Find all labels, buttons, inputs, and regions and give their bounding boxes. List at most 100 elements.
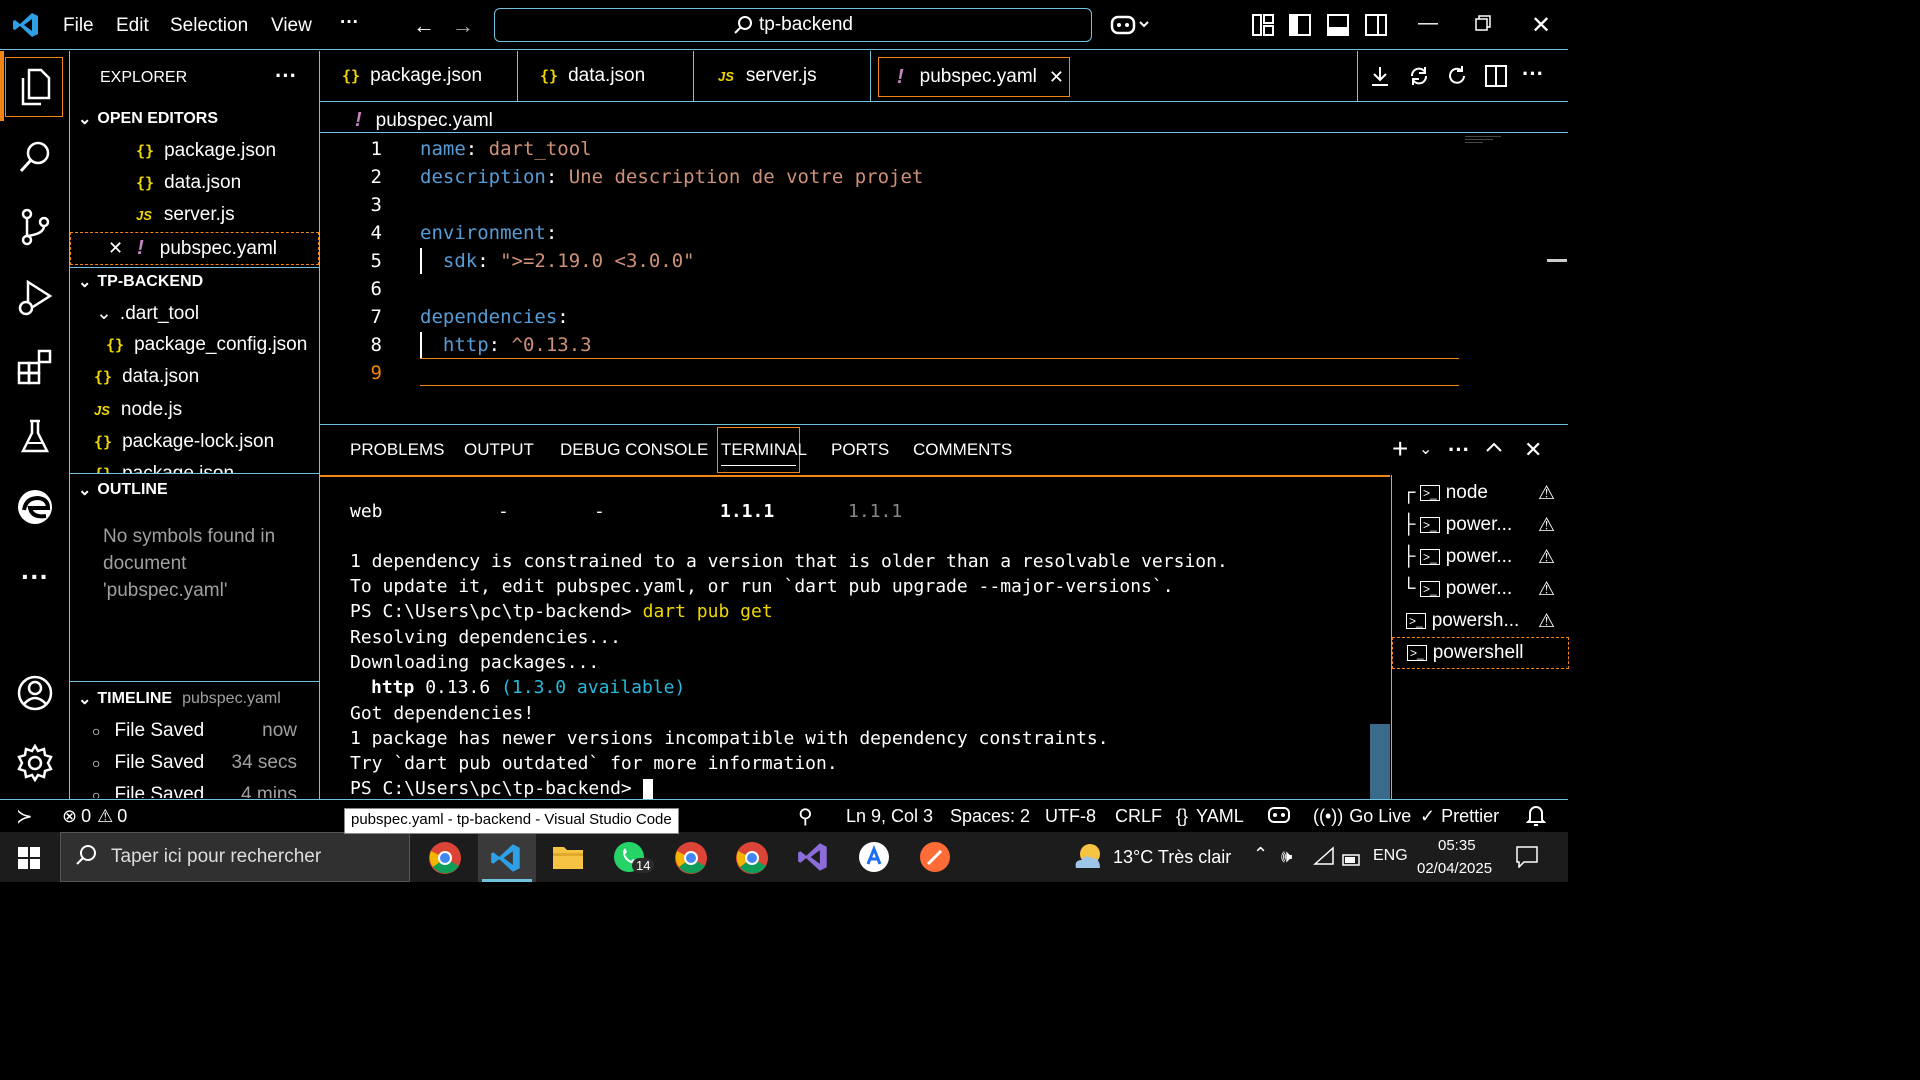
more-views-icon[interactable]: ···	[0, 547, 70, 607]
terminal-list-item[interactable]: ├ >_ power... ⚠	[1392, 541, 1569, 573]
notification-center-icon[interactable]	[1516, 846, 1538, 873]
tab-package-json[interactable]: {} package.json	[320, 51, 518, 101]
taskbar-search[interactable]: Taper ici pour rechercher	[60, 832, 410, 882]
menu-selection[interactable]: Selection	[170, 15, 248, 37]
windows-start-icon[interactable]	[18, 847, 40, 874]
scrollbar-thumb[interactable]	[1547, 259, 1567, 262]
timeline-item[interactable]: ○ File Saved 34 secs	[92, 752, 297, 774]
command-center-search[interactable]: tp-backend	[494, 8, 1092, 42]
toggle-primary-sidebar-icon[interactable]	[1289, 14, 1311, 36]
cursor-position[interactable]: Ln 9, Col 3	[846, 806, 933, 827]
copilot-icon[interactable]	[1110, 12, 1150, 38]
file-item[interactable]: {} data.json	[94, 366, 199, 388]
close-panel-icon[interactable]: ✕	[1524, 437, 1542, 463]
file-item[interactable]: {}package.json	[94, 463, 234, 473]
timeline-item[interactable]: ○ File Saved now	[92, 720, 297, 742]
open-editor-item-active[interactable]: ✕! pubspec.yaml	[108, 237, 277, 260]
chrome-profile-icon[interactable]	[674, 841, 708, 880]
terminal-output[interactable]: web - - 1.1.1 1.1.1 1 dependency is cons…	[320, 475, 1390, 800]
terminal-scrollbar-thumb[interactable]	[1370, 724, 1390, 800]
project-header[interactable]: ⌄ TP-BACKEND	[70, 271, 319, 293]
download-icon[interactable]	[1370, 65, 1390, 87]
line-endings[interactable]: CRLF	[1115, 806, 1162, 827]
minimap[interactable]	[1465, 134, 1505, 148]
edge-browser-icon[interactable]	[0, 477, 70, 537]
problems-status[interactable]: ⊗ 0 ⚠ 0	[62, 806, 127, 827]
folder-item[interactable]: ⌄ .dart_tool	[96, 302, 199, 325]
sync-icon[interactable]	[1408, 65, 1430, 87]
tab-ports[interactable]: PORTS	[831, 440, 889, 460]
postman-icon[interactable]	[919, 841, 951, 878]
language-indicator[interactable]: ENG	[1373, 847, 1408, 865]
language-mode[interactable]: {} YAML	[1176, 806, 1244, 827]
back-arrow-icon[interactable]: ←	[413, 13, 435, 39]
clock-time[interactable]: 05:35	[1438, 837, 1476, 854]
menu-view[interactable]: View	[271, 15, 312, 37]
chevron-down-icon[interactable]: ⌄	[1419, 439, 1432, 459]
panel-more-icon[interactable]: ···	[1448, 437, 1470, 463]
remote-icon[interactable]: ≻	[16, 804, 33, 829]
tab-terminal[interactable]: TERMINAL	[721, 440, 807, 460]
tab-comments[interactable]: COMMENTS	[913, 440, 1012, 460]
zoom-icon[interactable]: ⚲	[798, 804, 813, 829]
chevron-up-icon[interactable]: ⌃	[1253, 844, 1268, 865]
extensions-icon[interactable]	[0, 337, 70, 397]
indentation[interactable]: Spaces: 2	[950, 806, 1030, 827]
code-editor[interactable]: ! pubspec.yaml 1 name: dart_tool 2 descript…	[320, 102, 1568, 424]
menu-edit[interactable]: Edit	[116, 15, 149, 37]
new-terminal-icon[interactable]: +	[1392, 433, 1408, 465]
bell-icon[interactable]	[1525, 804, 1547, 831]
tab-problems[interactable]: PROBLEMS	[350, 440, 444, 460]
minimize-icon[interactable]: —	[1418, 12, 1438, 35]
prettier-button[interactable]: ✓ Prettier	[1420, 806, 1499, 827]
tab-output[interactable]: OUTPUT	[464, 440, 534, 460]
chrome-icon[interactable]	[428, 841, 462, 880]
battery-icon[interactable]	[1342, 850, 1362, 871]
clock-date[interactable]: 02/04/2025	[1417, 860, 1492, 877]
copilot-status-icon[interactable]	[1267, 804, 1291, 831]
terminal-list-item[interactable]: ┌ >_ node ⚠	[1392, 477, 1569, 509]
go-live-button[interactable]: ((•)) Go Live	[1313, 806, 1411, 827]
settings-gear-icon[interactable]	[0, 733, 70, 793]
chrome-profile-icon[interactable]	[735, 841, 769, 880]
terminal-list-item-active[interactable]: >_ powershell	[1392, 637, 1569, 669]
file-item[interactable]: {} package-lock.json	[94, 431, 274, 453]
run-debug-icon[interactable]	[0, 267, 70, 327]
outline-header[interactable]: ⌄ OUTLINE	[70, 479, 319, 501]
accounts-icon[interactable]	[0, 663, 70, 723]
menu-file[interactable]: File	[63, 15, 94, 37]
maximize-panel-icon[interactable]	[1486, 442, 1502, 452]
wifi-icon[interactable]	[1313, 846, 1335, 871]
terminal-list-item[interactable]: └ >_ power... ⚠	[1392, 573, 1569, 605]
vscode-taskbar-icon[interactable]	[490, 842, 522, 879]
customize-layout-icon[interactable]	[1252, 14, 1274, 36]
editor-more-icon[interactable]: ···	[1522, 61, 1544, 87]
tab-server-js[interactable]: JS server.js	[694, 51, 871, 101]
testing-icon[interactable]	[0, 407, 70, 467]
forward-arrow-icon[interactable]: →	[452, 13, 474, 39]
open-editors-header[interactable]: ⌄ OPEN EDITORS	[70, 108, 319, 130]
timeline-item[interactable]: ○ File Saved 4 mins	[92, 784, 297, 798]
file-item[interactable]: {} package_config.json	[106, 334, 307, 356]
visual-studio-icon[interactable]	[797, 841, 829, 878]
menu-more-button[interactable]: ···	[340, 12, 359, 34]
toggle-panel-icon[interactable]	[1327, 14, 1349, 36]
terminal-list-item[interactable]: >_ powersh... ⚠	[1392, 605, 1569, 637]
terminal-list-item[interactable]: ├ >_ power... ⚠	[1392, 509, 1569, 541]
encoding[interactable]: UTF-8	[1045, 806, 1096, 827]
open-editor-item[interactable]: {} data.json	[136, 172, 241, 194]
open-editor-item[interactable]: JS server.js	[136, 204, 235, 226]
timeline-header[interactable]: ⌄ TIMELINE pubspec.yaml	[70, 688, 319, 710]
search-view-icon[interactable]	[0, 127, 70, 187]
toggle-secondary-sidebar-icon[interactable]	[1365, 14, 1387, 36]
tab-data-json[interactable]: {} data.json	[518, 51, 694, 101]
restore-icon[interactable]	[1475, 15, 1491, 31]
source-control-icon[interactable]	[0, 197, 70, 257]
explorer-more-icon[interactable]: ···	[275, 63, 297, 89]
close-tab-icon[interactable]: ✕	[1049, 67, 1064, 88]
weather-text[interactable]: 13°C Très clair	[1113, 847, 1231, 868]
close-window-icon[interactable]: ✕	[1531, 11, 1551, 40]
app-store-icon[interactable]	[858, 841, 890, 878]
open-editor-item[interactable]: {} package.json	[136, 140, 276, 162]
split-editor-icon[interactable]	[1485, 65, 1507, 87]
